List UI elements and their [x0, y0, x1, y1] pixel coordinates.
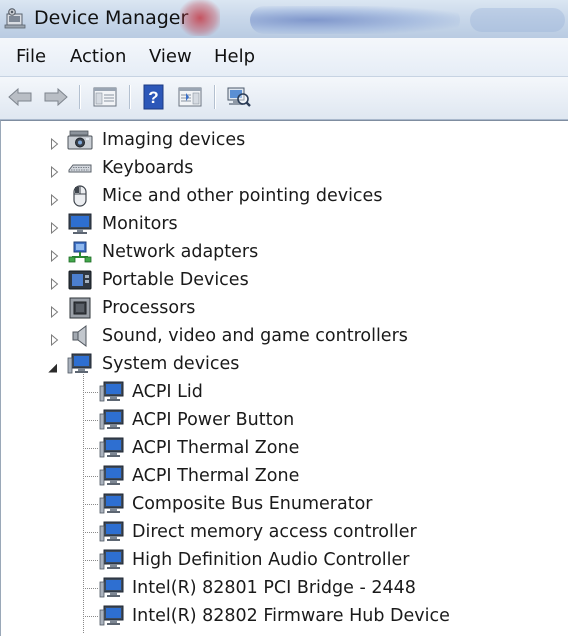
- collapse-arrow-icon[interactable]: [48, 359, 58, 373]
- tree-node-label: Monitors: [102, 214, 178, 234]
- tree-node-label: Network adapters: [102, 242, 259, 262]
- system-device-icon: [99, 548, 125, 572]
- toolbar-separator: [214, 85, 216, 109]
- forward-arrow-icon[interactable]: [42, 83, 70, 111]
- menu-help[interactable]: Help: [214, 46, 255, 68]
- tree-connector-line: [85, 392, 99, 393]
- tree-node-label: Keyboards: [102, 158, 194, 178]
- toolbar: ?: [0, 77, 568, 120]
- svg-text:?: ?: [148, 88, 158, 107]
- expand-arrow-icon[interactable]: [50, 135, 60, 151]
- system-device-icon: [99, 436, 125, 460]
- tree-child-device[interactable]: ACPI Power Button: [1, 406, 568, 434]
- tree-node-mice[interactable]: Mice and other pointing devices: [1, 182, 568, 210]
- system-device-icon: [99, 492, 125, 516]
- tree-node-system-devices[interactable]: System devices: [1, 350, 568, 378]
- tree-connector-line: [85, 476, 99, 477]
- tree-node-label: Composite Bus Enumerator: [132, 494, 373, 514]
- blurred-taskbar-item: [250, 6, 460, 34]
- tree-connector-line: [85, 420, 99, 421]
- tree-node-label: ACPI Power Button: [132, 410, 295, 430]
- expand-arrow-icon[interactable]: [50, 275, 60, 291]
- system-device-icon: [67, 352, 93, 376]
- speaker-icon: [67, 324, 93, 348]
- tree-child-device[interactable]: Composite Bus Enumerator: [1, 490, 568, 518]
- tree-node-processors[interactable]: Processors: [1, 294, 568, 322]
- tree-node-network-adapters[interactable]: Network adapters: [1, 238, 568, 266]
- tree-node-label: Intel(R) 82802 Firmware Hub Device: [132, 606, 450, 626]
- toolbar-separator: [129, 85, 131, 109]
- expand-arrow-icon[interactable]: [50, 191, 60, 207]
- system-device-icon: [99, 408, 125, 432]
- title-bar[interactable]: Device Manager: [0, 0, 568, 38]
- tree-child-device[interactable]: Intel(R) 82802 Firmware Hub Device: [1, 602, 568, 630]
- network-adapter-icon: [67, 240, 93, 264]
- tree-node-label: Mice and other pointing devices: [102, 186, 383, 206]
- tree-child-device[interactable]: ACPI Thermal Zone: [1, 434, 568, 462]
- tree-child-device[interactable]: ACPI Lid: [1, 378, 568, 406]
- tree-node-label: High Definition Audio Controller: [132, 550, 410, 570]
- expand-arrow-icon[interactable]: [50, 303, 60, 319]
- system-device-icon: [99, 520, 125, 544]
- tree-node-monitors[interactable]: Monitors: [1, 210, 568, 238]
- toolbar-separator: [79, 85, 81, 109]
- tree-node-label: ACPI Thermal Zone: [132, 438, 300, 458]
- expand-arrow-icon[interactable]: [50, 219, 60, 235]
- monitor-icon: [67, 212, 93, 236]
- tree-connector-line: [85, 448, 99, 449]
- tree-connector-line: [85, 504, 99, 505]
- tree-child-device[interactable]: Intel(R) 82801 PCI Bridge - 2448: [1, 574, 568, 602]
- camera-icon: [67, 128, 93, 152]
- tree-node-label: System devices: [102, 354, 240, 374]
- tree-node-imaging-devices[interactable]: Imaging devices: [1, 126, 568, 154]
- tree-connector-line: [85, 588, 99, 589]
- tree-node-label: Direct memory access controller: [132, 522, 417, 542]
- menu-action[interactable]: Action: [70, 46, 126, 68]
- menu-view[interactable]: View: [149, 46, 192, 68]
- tree-child-device[interactable]: Direct memory access controller: [1, 518, 568, 546]
- expand-arrow-icon[interactable]: [50, 331, 60, 347]
- tree-node-label: Intel(R) 82801 PCI Bridge - 2448: [132, 578, 416, 598]
- tree-node-sound-video-game[interactable]: Sound, video and game controllers: [1, 322, 568, 350]
- tree-node-label: ACPI Thermal Zone: [132, 466, 300, 486]
- show-hide-console-tree-icon[interactable]: [91, 83, 119, 111]
- window-title: Device Manager: [34, 7, 189, 29]
- tree-node-label: ACPI Lid: [132, 382, 203, 402]
- menu-bar: File Action View Help: [0, 38, 568, 77]
- mouse-icon: [67, 184, 93, 208]
- menu-file[interactable]: File: [16, 46, 46, 68]
- tree-connector-line: [85, 616, 99, 617]
- device-tree[interactable]: Imaging devices Keyboards Mice and other…: [0, 120, 568, 636]
- processor-icon: [67, 296, 93, 320]
- expand-arrow-icon[interactable]: [50, 247, 60, 263]
- help-icon[interactable]: ?: [140, 83, 168, 111]
- expand-arrow-icon[interactable]: [50, 163, 60, 179]
- tree-child-device[interactable]: ACPI Thermal Zone: [1, 462, 568, 490]
- device-manager-icon: [3, 5, 29, 31]
- system-device-icon: [99, 576, 125, 600]
- blurred-taskbar-item: [180, 0, 220, 36]
- tree-connector-line: [85, 532, 99, 533]
- tree-node-keyboards[interactable]: Keyboards: [1, 154, 568, 182]
- tree-node-label: Processors: [102, 298, 196, 318]
- system-device-icon: [99, 464, 125, 488]
- tree-node-label: Portable Devices: [102, 270, 249, 290]
- tree-node-label: Imaging devices: [102, 130, 246, 150]
- tree-node-label: Sound, video and game controllers: [102, 326, 408, 346]
- tree-child-device[interactable]: High Definition Audio Controller: [1, 546, 568, 574]
- properties-pane-icon[interactable]: [176, 83, 204, 111]
- system-device-icon: [99, 380, 125, 404]
- scan-hardware-icon[interactable]: [224, 83, 252, 111]
- tree-connector-line: [85, 560, 99, 561]
- portable-device-icon: [67, 268, 93, 292]
- back-arrow-icon[interactable]: [6, 83, 34, 111]
- tree-node-portable-devices[interactable]: Portable Devices: [1, 266, 568, 294]
- blurred-taskbar-item: [470, 8, 565, 32]
- system-device-icon: [99, 604, 125, 628]
- keyboard-icon: [67, 156, 93, 180]
